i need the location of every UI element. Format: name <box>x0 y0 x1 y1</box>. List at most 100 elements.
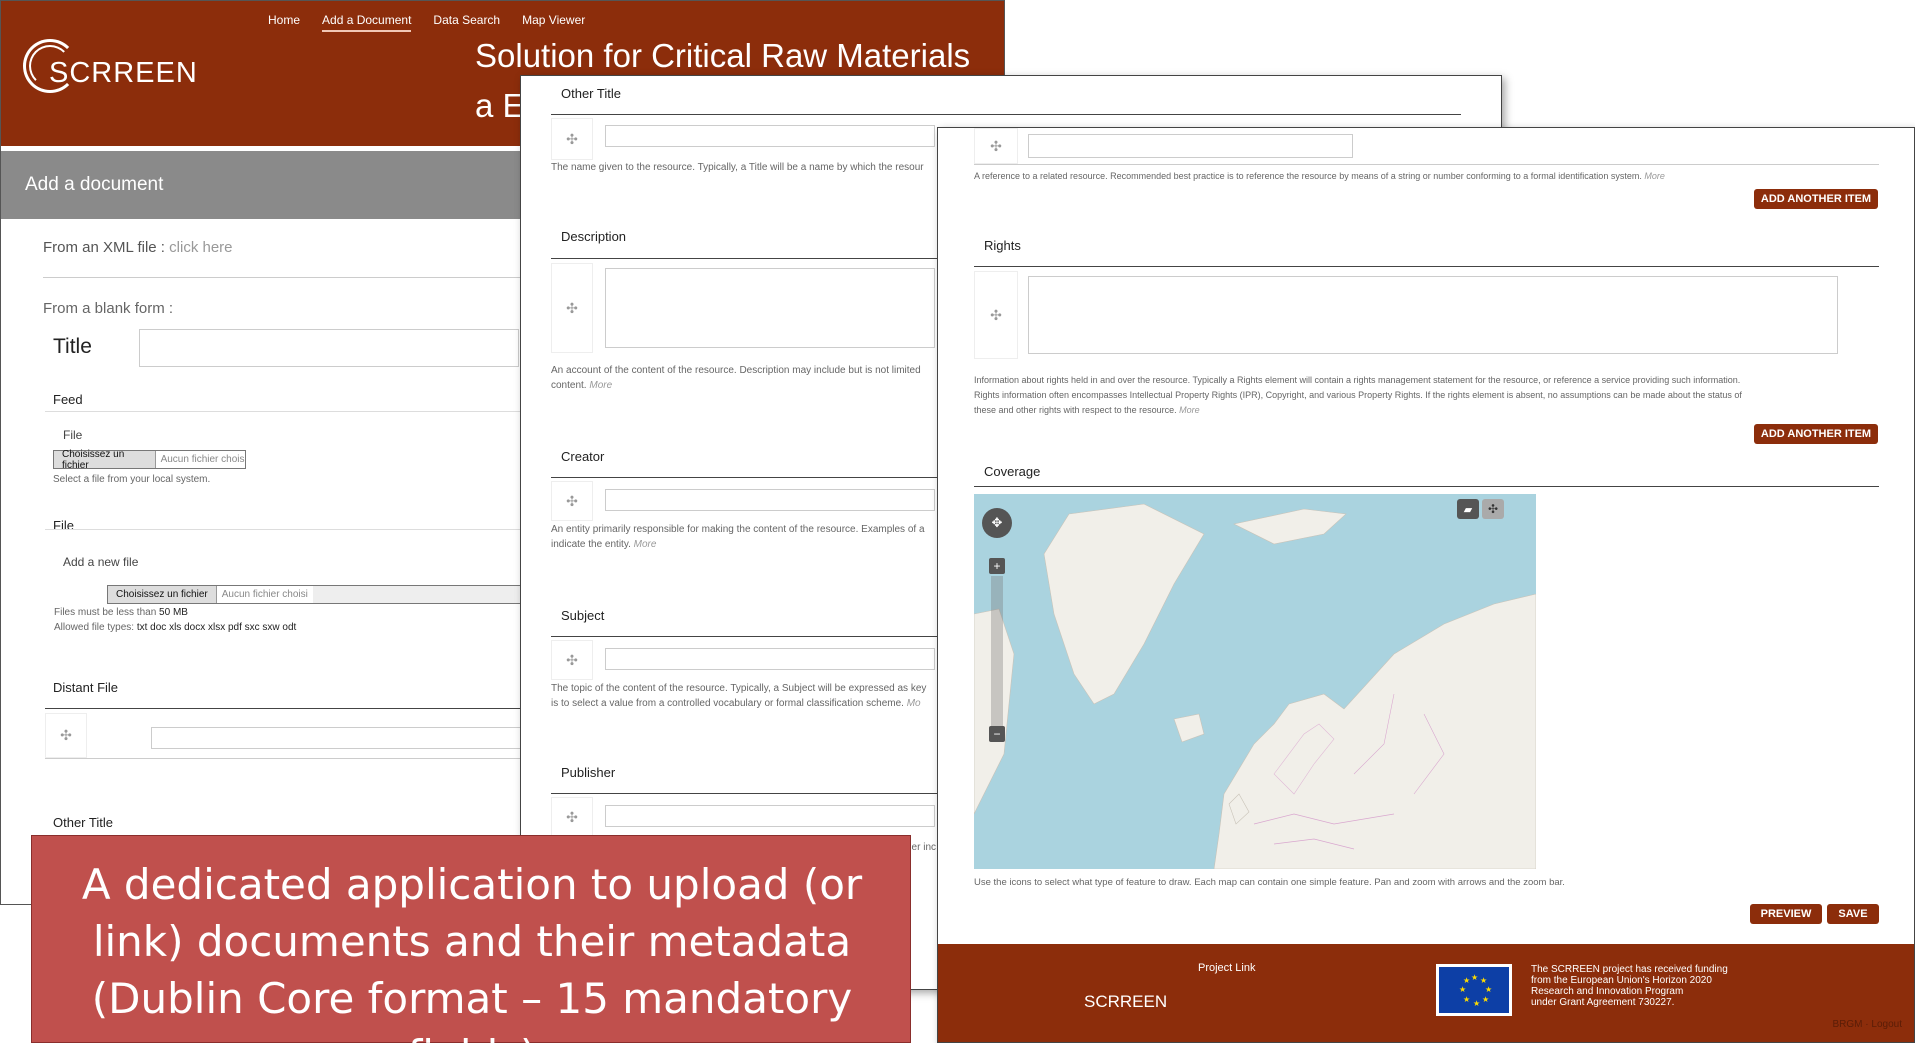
drag-handle-icon[interactable]: ✣ <box>551 118 593 160</box>
zoom-out-icon[interactable]: − <box>989 726 1005 742</box>
funding-statement: The SCRREEN project has received funding… <box>1531 964 1771 1008</box>
zoom-in-icon[interactable]: + <box>989 558 1005 574</box>
subject-help-line-1: The topic of the content of the resource… <box>551 683 927 694</box>
rights-help-line-2: Rights information often encompasses Int… <box>974 390 1742 400</box>
description-textarea[interactable] <box>605 268 935 348</box>
drag-handle-icon[interactable]: ✣ <box>551 481 593 521</box>
creator-help-line-2: indicate the entity. <box>551 539 631 550</box>
rights-help-line-3: these and other rights with respect to t… <box>974 405 1177 415</box>
subject-help-line-2: is to select a value from a controlled v… <box>551 698 904 709</box>
relation-help: A reference to a related resource. Recom… <box>974 169 1879 184</box>
project-link[interactable]: Project Link <box>1198 962 1255 974</box>
add-another-item-button[interactable]: ADD ANOTHER ITEM <box>1754 424 1878 444</box>
feed-choose-button[interactable]: Choisissez un fichier <box>54 449 156 471</box>
other-title-input[interactable] <box>605 125 935 147</box>
distant-file-label: Distant File <box>53 680 119 695</box>
divider <box>45 708 525 709</box>
feed-no-file-text: Aucun fichier choisi <box>155 451 245 468</box>
draw-polygon-icon[interactable]: ▰ <box>1457 499 1479 519</box>
other-title-help: The name given to the resource. Typicall… <box>551 162 924 173</box>
footer-scrreen-logo: SCRREEN <box>1084 992 1168 1011</box>
blank-form-label: From a blank form : <box>43 300 174 317</box>
nav-data-search[interactable]: Data Search <box>433 13 500 32</box>
rights-textarea[interactable] <box>1028 276 1838 354</box>
rights-help: Information about rights held in and ove… <box>974 373 1879 418</box>
funding-line-1: The SCRREEN project has received funding <box>1531 964 1728 975</box>
publisher-heading: Publisher <box>561 765 616 780</box>
save-button[interactable]: SAVE <box>1827 904 1879 924</box>
nav-map-viewer[interactable]: Map Viewer <box>522 13 585 32</box>
add-another-item-button[interactable]: ADD ANOTHER ITEM <box>1754 189 1878 209</box>
divider <box>974 486 1879 487</box>
file-picker[interactable]: Choisissez un fichier Aucun fichier choi… <box>107 585 527 604</box>
creator-more-link[interactable]: More <box>634 539 657 550</box>
drag-handle-icon[interactable]: ✣ <box>551 640 593 680</box>
xml-label: From an XML file : <box>43 239 170 256</box>
nav-add-document[interactable]: Add a Document <box>322 13 412 32</box>
xml-click-here-link[interactable]: click here <box>169 239 232 256</box>
creator-help-line-1: An entity primarily responsible for maki… <box>551 524 925 535</box>
drag-handle-icon[interactable]: ✣ <box>974 128 1018 164</box>
description-help-line-1: An account of the content of the resourc… <box>551 365 921 376</box>
funding-line-3: Research and Innovation Program <box>1531 986 1684 997</box>
funding-line-2: from the European Union's Horizon 2020 <box>1531 975 1712 986</box>
description-help-line-2: content. <box>551 380 587 391</box>
subject-more-link[interactable]: Mo <box>907 698 921 709</box>
creator-help: An entity primarily responsible for maki… <box>551 522 951 552</box>
distant-file-input[interactable] <box>151 727 526 749</box>
rights-coverage-window: ✣ A reference to a related resource. Rec… <box>937 127 1915 1043</box>
site-title-line-1: Solution for Critical Raw Materials <box>475 37 971 74</box>
funding-line-4: under Grant Agreement 730227. <box>1531 997 1675 1008</box>
rights-more-link[interactable]: More <box>1179 405 1200 415</box>
other-title-heading: Other Title <box>561 86 621 101</box>
creator-input[interactable] <box>605 489 935 511</box>
title-label: Title <box>53 335 92 358</box>
file-choose-button[interactable]: Choisissez un fichier <box>108 586 217 603</box>
file-types-list: txt doc xls docx xlsx pdf sxc sxw odt <box>136 622 297 633</box>
eu-flag-icon: ★ ★ ★ ★ ★ ★ ★ ★ <box>1436 964 1512 1016</box>
drag-handle-icon[interactable]: ✣ <box>45 713 87 758</box>
divider <box>551 114 1461 115</box>
preview-button[interactable]: PREVIEW <box>1750 904 1822 924</box>
relation-input[interactable] <box>1028 134 1353 158</box>
file-size-help: Files must be less than 50 MB <box>54 607 188 618</box>
drag-handle-icon[interactable]: ✣ <box>551 263 593 353</box>
file-types-help: Allowed file types: txt doc xls docx xls… <box>54 622 296 633</box>
rights-heading: Rights <box>984 238 1021 253</box>
divider <box>43 277 523 278</box>
description-heading: Description <box>561 229 627 244</box>
relation-more-link[interactable]: More <box>1644 171 1665 181</box>
pan-arrows-icon[interactable]: ✥ <box>982 508 1012 538</box>
scrreen-logo[interactable]: SCRREEN <box>23 39 203 99</box>
divider <box>974 164 1879 165</box>
relation-help-text: A reference to a related resource. Recom… <box>974 171 1642 181</box>
main-nav: Home Add a Document Data Search Map View… <box>268 13 585 32</box>
feed-file-picker[interactable]: Choisissez un fichier Aucun fichier choi… <box>53 449 246 471</box>
subject-help: The topic of the content of the resource… <box>551 681 951 711</box>
file-no-file-text: Aucun fichier choisi <box>216 586 313 603</box>
zoom-bar[interactable] <box>991 576 1003 726</box>
nav-home[interactable]: Home <box>268 13 300 32</box>
publisher-input[interactable] <box>605 805 935 827</box>
rights-help-line-1: Information about rights held in and ove… <box>974 375 1741 385</box>
feed-legend: Feed <box>53 392 83 407</box>
drag-handle-icon[interactable]: ✣ <box>974 271 1018 359</box>
divider <box>45 758 525 759</box>
site-footer: Project Link SCRREEN ★ ★ ★ ★ ★ ★ ★ ★ The SCRR… <box>938 944 1914 1042</box>
navigate-icon[interactable]: ✣ <box>1482 499 1504 519</box>
file-size-limit: 50 MB <box>159 607 188 618</box>
coverage-heading: Coverage <box>984 464 1041 479</box>
creator-heading: Creator <box>561 449 605 464</box>
title-input[interactable] <box>139 329 519 367</box>
logo-text: SCRREEN <box>49 57 198 89</box>
drag-handle-icon[interactable]: ✣ <box>551 797 593 837</box>
page-heading: Add a document <box>25 174 164 195</box>
description-help: An account of the content of the resourc… <box>551 363 951 393</box>
file-types-help-prefix: Allowed file types: <box>54 622 137 633</box>
subject-input[interactable] <box>605 648 935 670</box>
footer-bottom-links[interactable]: BRGM · Logout <box>1833 1019 1902 1030</box>
description-more-link[interactable]: More <box>589 380 612 391</box>
divider <box>974 266 1879 267</box>
coverage-map[interactable]: ✥ + − ▰ ✣ <box>974 494 1536 869</box>
xml-import-line: From an XML file : click here <box>43 239 233 256</box>
